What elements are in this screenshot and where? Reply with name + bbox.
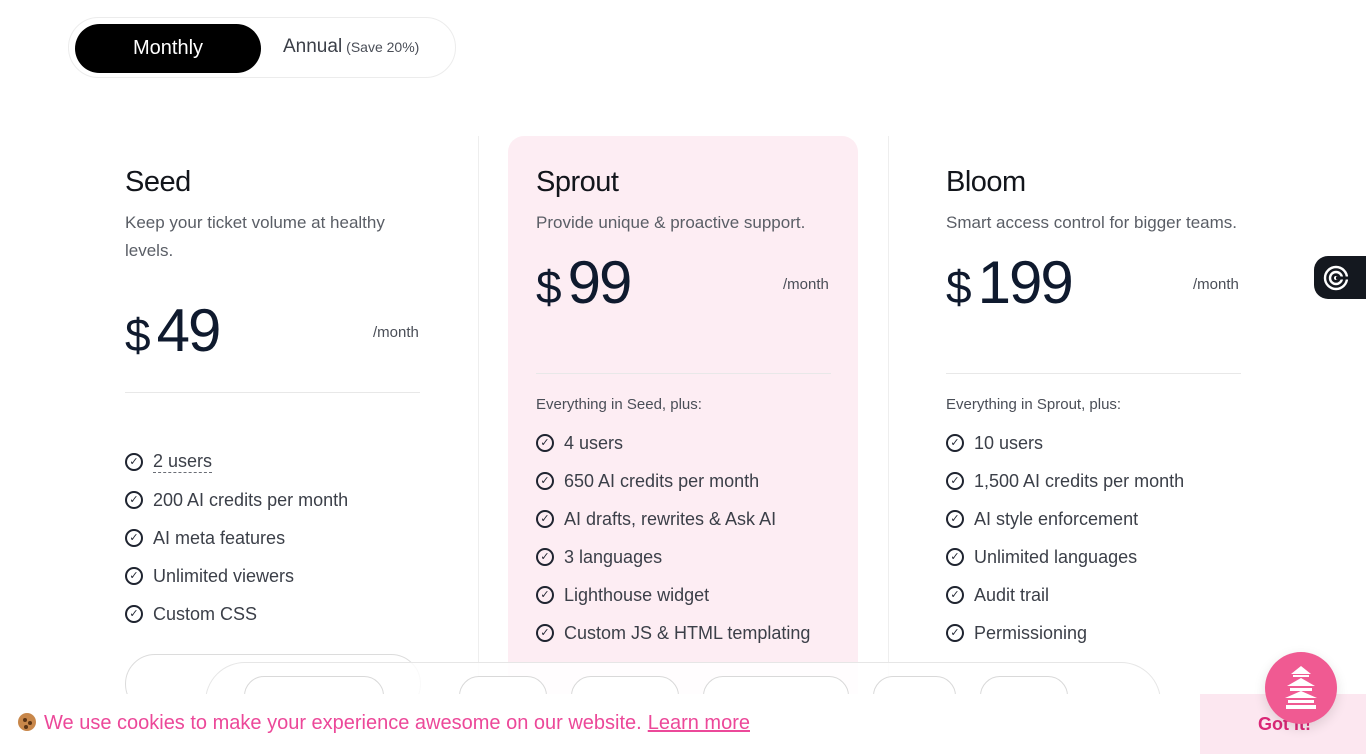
monthly-toggle-button[interactable]: Monthly bbox=[75, 24, 261, 73]
cookie-icon bbox=[18, 713, 36, 731]
plan-divider bbox=[125, 392, 420, 393]
feature-item: ✓ Audit trail bbox=[946, 576, 1184, 614]
feature-item: ✓ Custom CSS bbox=[125, 595, 348, 633]
price-amount: 199 bbox=[977, 249, 1074, 316]
feature-label: 4 users bbox=[564, 432, 624, 453]
plan-price: $ 99 bbox=[536, 248, 633, 317]
plan-intro: Everything in Seed, plus: bbox=[536, 396, 702, 413]
feature-item: ✓ 3 languages bbox=[536, 538, 810, 576]
chat-launcher-button[interactable] bbox=[1265, 652, 1337, 724]
pagoda-icon bbox=[1285, 666, 1317, 709]
feature-item: ✓ AI meta features bbox=[125, 519, 348, 557]
column-divider bbox=[888, 136, 889, 696]
feature-label: Custom JS & HTML templating bbox=[564, 622, 811, 643]
column-divider bbox=[478, 136, 479, 696]
check-circle-icon: ✓ bbox=[946, 586, 964, 604]
feature-item: ✓ Lighthouse widget bbox=[536, 576, 810, 614]
feature-label: Unlimited viewers bbox=[153, 565, 295, 586]
feature-label: Custom CSS bbox=[153, 603, 258, 624]
check-circle-icon: ✓ bbox=[946, 472, 964, 490]
check-circle-icon: ✓ bbox=[946, 510, 964, 528]
plan-name: Seed bbox=[125, 166, 191, 198]
plan-divider bbox=[946, 373, 1241, 374]
plan-price: $ 199 bbox=[946, 248, 1074, 317]
plan-divider bbox=[536, 373, 831, 374]
cookie-banner: We use cookies to make your experience a… bbox=[0, 694, 1366, 754]
check-circle-icon: ✓ bbox=[536, 548, 554, 566]
feature-label: AI meta features bbox=[153, 527, 286, 548]
plan-price: $ 49 bbox=[125, 296, 222, 365]
feature-label: AI drafts, rewrites & Ask AI bbox=[564, 508, 777, 529]
check-circle-icon: ✓ bbox=[946, 624, 964, 642]
feature-label: 3 languages bbox=[564, 546, 663, 567]
feature-label: 650 AI credits per month bbox=[564, 470, 760, 491]
feature-label: Unlimited languages bbox=[974, 546, 1138, 567]
feature-item: ✓ Custom JS & HTML templating bbox=[536, 614, 810, 652]
price-amount: 99 bbox=[567, 249, 633, 316]
check-circle-icon: ✓ bbox=[536, 434, 554, 452]
currency-symbol: $ bbox=[946, 261, 972, 313]
feature-item: ✓ 200 AI credits per month bbox=[125, 481, 348, 519]
feature-item: ✓ Permissioning bbox=[946, 614, 1184, 652]
feature-item: ✓ 2 users bbox=[125, 443, 348, 481]
plan-name: Sprout bbox=[536, 166, 619, 198]
feature-users-tooltip[interactable]: 2 users bbox=[153, 451, 213, 473]
plan-name: Bloom bbox=[946, 166, 1026, 198]
side-feedback-tab[interactable] bbox=[1314, 256, 1366, 299]
learn-more-link[interactable]: Learn more bbox=[648, 712, 750, 734]
feature-list: ✓ 10 users ✓ 1,500 AI credits per month ✓ A… bbox=[946, 424, 1184, 652]
feature-list: ✓ 2 users ✓ 200 AI credits per month ✓ AI m… bbox=[125, 443, 348, 633]
plan-description: Provide unique & proactive support. bbox=[536, 213, 806, 232]
feature-label: Lighthouse widget bbox=[564, 584, 710, 605]
currency-symbol: $ bbox=[536, 261, 562, 313]
price-period: /month bbox=[373, 324, 419, 341]
currency-symbol: $ bbox=[125, 309, 151, 361]
feature-label: 1,500 AI credits per month bbox=[974, 470, 1185, 491]
check-circle-icon: ✓ bbox=[125, 605, 143, 623]
annual-save-note: (Save 20%) bbox=[346, 39, 420, 55]
price-period: /month bbox=[1193, 276, 1239, 293]
cookie-text: We use cookies to make your experience a… bbox=[44, 712, 642, 734]
check-circle-icon: ✓ bbox=[946, 434, 964, 452]
feature-item: ✓ 650 AI credits per month bbox=[536, 462, 810, 500]
feature-item: ✓ AI drafts, rewrites & Ask AI bbox=[536, 500, 810, 538]
check-circle-icon: ✓ bbox=[125, 491, 143, 509]
check-circle-icon: ✓ bbox=[125, 453, 143, 471]
check-circle-icon: ✓ bbox=[536, 472, 554, 490]
target-icon bbox=[1323, 265, 1350, 290]
feature-item: ✓ AI style enforcement bbox=[946, 500, 1184, 538]
check-circle-icon: ✓ bbox=[946, 548, 964, 566]
cookie-message: We use cookies to make your experience a… bbox=[18, 712, 750, 735]
feature-label: 200 AI credits per month bbox=[153, 489, 349, 510]
feature-item: ✓ Unlimited languages bbox=[946, 538, 1184, 576]
feature-item: ✓ 10 users bbox=[946, 424, 1184, 462]
feature-list: ✓ 4 users ✓ 650 AI credits per month ✓ AI d… bbox=[536, 424, 810, 652]
plan-description: Keep your ticket volume at healthy level… bbox=[125, 213, 385, 260]
check-circle-icon: ✓ bbox=[536, 510, 554, 528]
feature-label: Permissioning bbox=[974, 622, 1088, 643]
feature-item: ✓ Unlimited viewers bbox=[125, 557, 348, 595]
monthly-label: Monthly bbox=[132, 37, 204, 59]
price-amount: 49 bbox=[156, 297, 222, 364]
feature-item: ✓ 4 users bbox=[536, 424, 810, 462]
check-circle-icon: ✓ bbox=[125, 567, 143, 585]
check-circle-icon: ✓ bbox=[125, 529, 143, 547]
feature-item: ✓ 1,500 AI credits per month bbox=[946, 462, 1184, 500]
feature-label: Audit trail bbox=[974, 584, 1050, 605]
check-circle-icon: ✓ bbox=[536, 624, 554, 642]
plan-description: Smart access control for bigger teams. bbox=[946, 213, 1238, 232]
annual-label: Annual bbox=[283, 36, 343, 57]
check-circle-icon: ✓ bbox=[536, 586, 554, 604]
annual-toggle-button[interactable]: Annual (Save 20%) bbox=[283, 36, 419, 58]
feature-label: AI style enforcement bbox=[974, 508, 1139, 529]
plan-intro: Everything in Sprout, plus: bbox=[946, 396, 1122, 413]
price-period: /month bbox=[783, 276, 829, 293]
feature-label: 10 users bbox=[974, 432, 1044, 453]
billing-toggle: Monthly Annual (Save 20%) bbox=[68, 17, 456, 78]
